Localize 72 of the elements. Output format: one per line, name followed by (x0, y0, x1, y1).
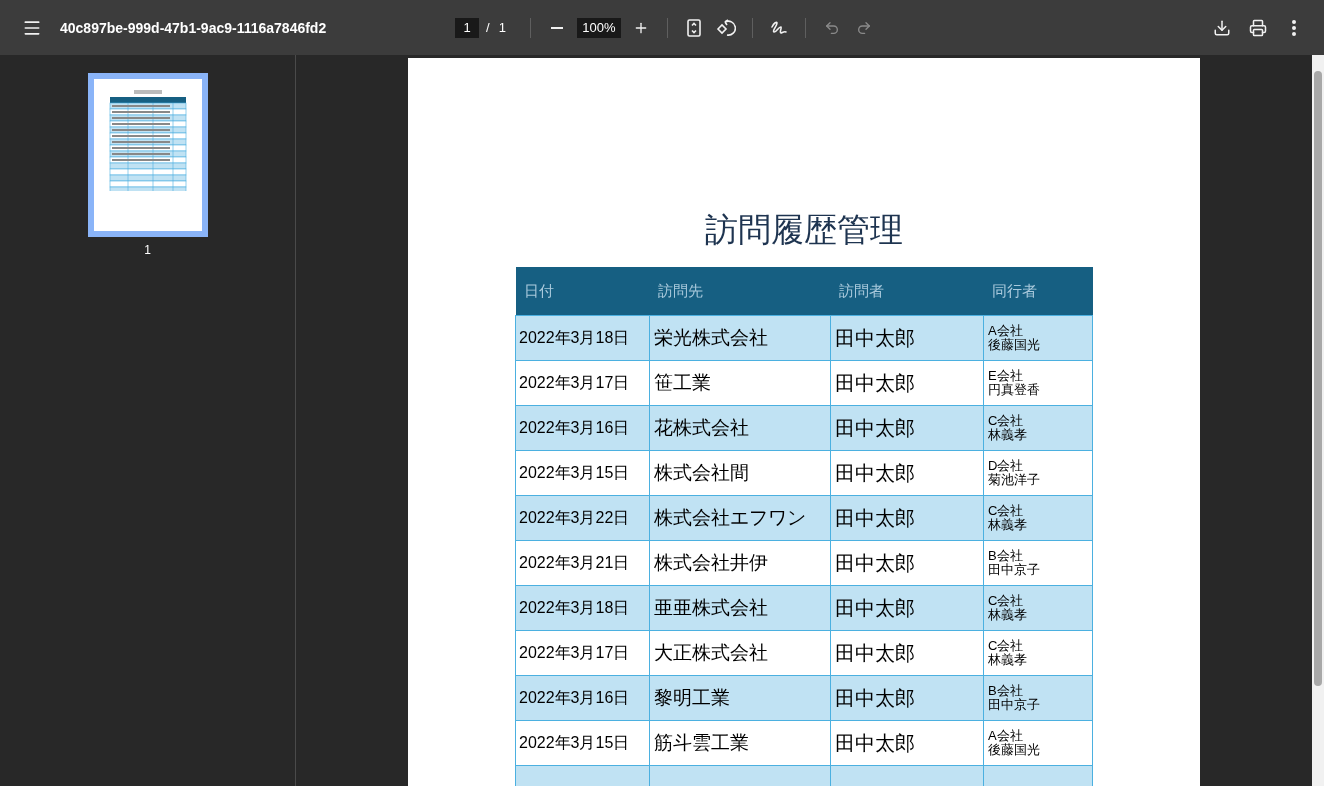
table-cell: 2022年3月21日 (515, 540, 650, 586)
companion-name: 田中京子 (988, 698, 1040, 712)
table-cell: 田中太郎 (830, 450, 984, 496)
zoom-field[interactable]: 100% (576, 17, 621, 38)
table-cell: 2022年3月17日 (515, 630, 650, 676)
companion-company: B会社 (988, 684, 1023, 698)
companion-name: 林義孝 (988, 518, 1027, 532)
table-cell: 田中太郎 (830, 720, 984, 766)
column-header: 訪問者 (830, 267, 984, 316)
thumbnail-page-number: 1 (144, 243, 151, 257)
companion-name: 林義孝 (988, 653, 1027, 667)
minus-icon (550, 26, 563, 29)
companion-company: C会社 (988, 504, 1024, 518)
page-separator: / (486, 20, 490, 35)
companion-name: 円真登香 (988, 383, 1040, 397)
companion-name: 後藤国光 (988, 743, 1040, 757)
page-thumbnail[interactable] (87, 73, 208, 237)
table-cell: 田中太郎 (830, 675, 984, 721)
companion-name: 後藤国光 (988, 338, 1040, 352)
page-count: 1 (498, 20, 506, 35)
table-cell: 田中太郎 (830, 540, 984, 586)
companion-company: C会社 (988, 414, 1024, 428)
table-cell: 2022年3月16日 (515, 675, 650, 721)
companion-name: 田中京子 (988, 563, 1040, 577)
table-cell: 2022年3月18日 (515, 585, 650, 631)
table-cell: 笹工業 (649, 360, 831, 406)
table-cell: 筋斗雲工業 (649, 720, 831, 766)
table-cell: 田中太郎 (830, 630, 984, 676)
download-icon (1213, 18, 1231, 37)
table-cell: 2022年3月16日 (515, 405, 650, 451)
table-cell: 田中太郎 (830, 315, 984, 361)
page-number-field[interactable]: 1 (455, 17, 479, 38)
table-cell: 亜亜株式会社 (649, 585, 831, 631)
redo-icon (855, 19, 872, 36)
table-cell: 黎明工業 (649, 675, 831, 721)
companion-name: 菊池洋子 (988, 473, 1040, 487)
fit-page-icon (686, 18, 701, 37)
column-header: 訪問先 (649, 267, 831, 316)
draw-icon (769, 18, 788, 37)
companion-company: C会社 (988, 639, 1024, 653)
page-heading: 訪問履歴管理 (705, 210, 903, 250)
table-cell: 2022年3月15日 (515, 720, 650, 766)
scrollbar-thumb[interactable] (1314, 71, 1322, 686)
rotate-icon (715, 18, 736, 37)
undo-icon (823, 19, 840, 36)
companion-name: 林義孝 (988, 428, 1027, 442)
column-header: 日付 (515, 267, 650, 316)
more-icon (1292, 19, 1296, 36)
table-cell: 株式会社井伊 (649, 540, 831, 586)
table-cell: 2022年3月18日 (515, 315, 650, 361)
document-title: 40c897be-999d-47b1-9ac9-1116a7846fd2 (60, 19, 328, 36)
table-cell: 大正株式会社 (649, 630, 831, 676)
table-cell: 田中太郎 (830, 585, 984, 631)
companion-company: C会社 (988, 594, 1024, 608)
companion-company: D会社 (988, 459, 1024, 473)
companion-name: 林義孝 (988, 608, 1027, 622)
column-header: 同行者 (983, 267, 1093, 316)
table-cell: 田中太郎 (830, 405, 984, 451)
printer-icon (1249, 18, 1267, 37)
table-cell: 2022年3月15日 (515, 450, 650, 496)
table-cell: 2022年3月17日 (515, 360, 650, 406)
table-cell: 2022年3月22日 (515, 495, 650, 541)
companion-company: A会社 (988, 729, 1023, 743)
table-cell: 田中太郎 (830, 360, 984, 406)
companion-company: B会社 (988, 549, 1023, 563)
table-cell: 栄光株式会社 (649, 315, 831, 361)
table-cell: 花株式会社 (649, 405, 831, 451)
companion-company: E会社 (988, 369, 1023, 383)
table-cell: 田中太郎 (830, 495, 984, 541)
table-cell: 株式会社間 (649, 450, 831, 496)
companion-company: A会社 (988, 324, 1023, 338)
table-cell: 株式会社エフワン (649, 495, 831, 541)
